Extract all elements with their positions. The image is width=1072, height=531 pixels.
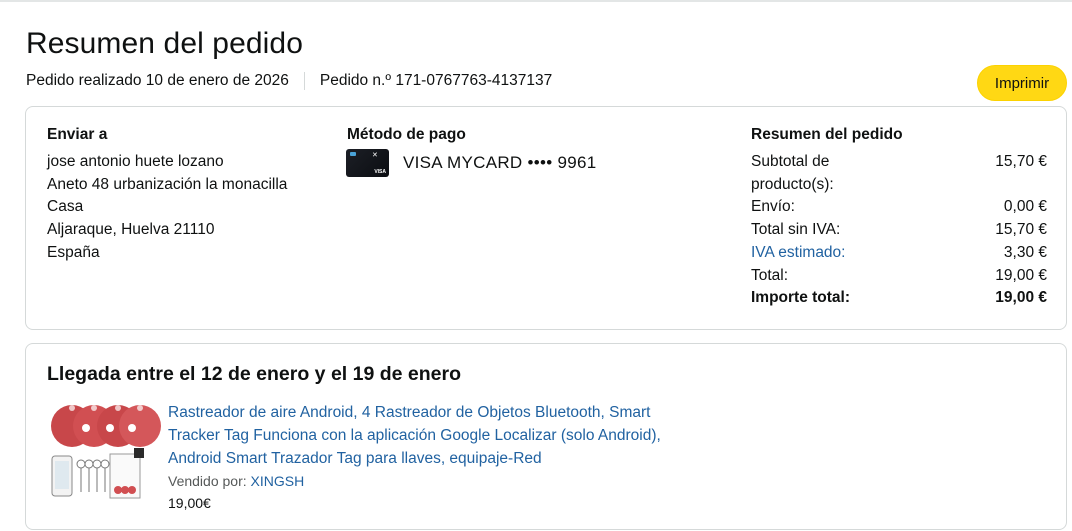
summary-value: 19,00 € <box>995 266 1047 284</box>
address-line: Aljaraque, Huelva 21110 <box>47 221 215 239</box>
summary-row-total: Total: 19,00 € <box>751 265 1047 288</box>
summary-label: Envío: <box>751 198 795 216</box>
payment-heading: Método de pago <box>347 126 466 143</box>
address-line: Casa <box>47 198 84 216</box>
summary-row-tax: IVA estimado: 3,30 € <box>751 242 1047 265</box>
credit-card-icon: ✕ VISA <box>346 149 389 177</box>
address-line: España <box>47 243 100 261</box>
address-line: jose antonio huete lozano <box>47 153 224 170</box>
summary-value: 19,00 € <box>995 289 1047 307</box>
summary-heading: Resumen del pedido <box>751 126 903 143</box>
payment-method-text: VISA MYCARD •••• 9961 <box>403 153 597 172</box>
summary-label: Subtotal de producto(s): <box>751 153 834 193</box>
product-price: 19,00€ <box>168 495 211 511</box>
order-summary: Subtotal de producto(s): 15,70 € Envío: … <box>751 151 1047 310</box>
summary-row-grand-total: Importe total: 19,00 € <box>751 287 1047 310</box>
shipment-box: Llegada entre el 12 de enero y el 19 de … <box>25 343 1067 530</box>
order-meta: Pedido realizado 10 de enero de 2026 Ped… <box>26 72 552 90</box>
sold-by: Vendido por: XINGSH <box>168 473 304 489</box>
summary-label: Total sin IVA: <box>751 221 841 239</box>
print-button[interactable]: Imprimir <box>977 65 1067 101</box>
product-image[interactable] <box>46 404 166 504</box>
payment-method: ✕ VISA VISA MYCARD •••• 9961 <box>346 149 597 177</box>
product-title-link[interactable]: Rastreador de aire Android, 4 Rastreador… <box>168 401 688 470</box>
order-number: Pedido n.º 171-0767763-4137137 <box>319 72 553 89</box>
summary-value: 3,30 € <box>1003 243 1047 261</box>
top-divider <box>0 0 1072 2</box>
order-date: Pedido realizado 10 de enero de 2026 <box>26 72 289 89</box>
page-title: Resumen del pedido <box>26 27 303 60</box>
summary-value: 15,70 € <box>995 221 1047 239</box>
summary-label: Total: <box>751 266 789 284</box>
seller-link[interactable]: XINGSH <box>251 473 305 489</box>
summary-row-total-before-tax: Total sin IVA: 15,70 € <box>751 219 1047 242</box>
summary-label: Importe total: <box>751 289 851 307</box>
arrival-heading: Llegada entre el 12 de enero y el 19 de … <box>47 363 462 385</box>
address-line: Aneto 48 urbanización la monacilla <box>47 175 288 193</box>
summary-value: 15,70 € <box>995 153 1047 170</box>
summary-row-shipping: Envío: 0,00 € <box>751 196 1047 219</box>
meta-divider <box>303 72 305 90</box>
ship-to-heading: Enviar a <box>47 126 108 143</box>
shipping-address: jose antonio huete lozano Aneto 48 urban… <box>47 151 287 265</box>
order-info-box: Enviar a jose antonio huete lozano Aneto… <box>25 106 1067 330</box>
sold-by-label: Vendido por: <box>168 473 251 489</box>
estimated-tax-link[interactable]: IVA estimado: <box>751 242 845 265</box>
summary-value: 0,00 € <box>1003 198 1047 216</box>
summary-row-subtotal: Subtotal de producto(s): 15,70 € <box>751 151 1047 196</box>
